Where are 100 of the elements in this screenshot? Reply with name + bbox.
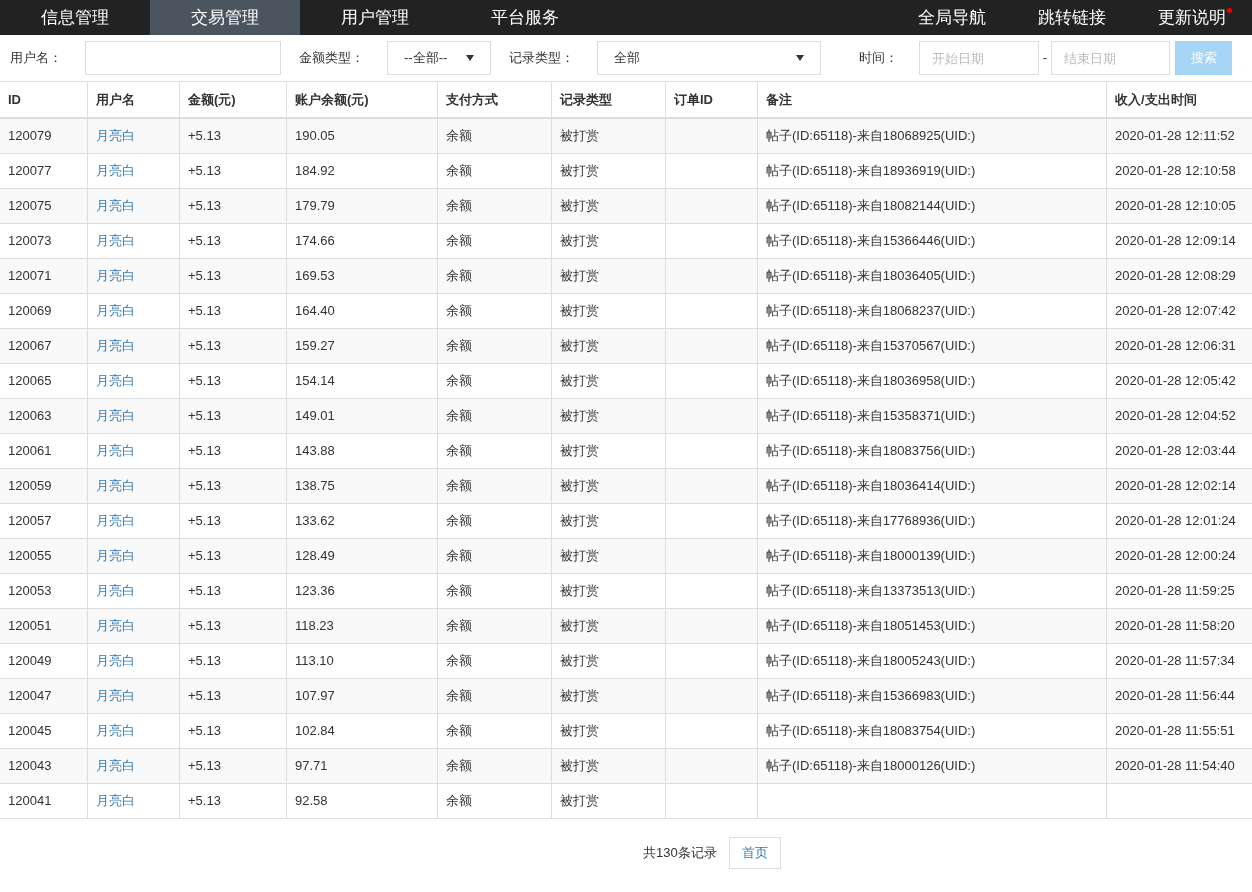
payment-cell-text: 余额 <box>446 617 472 636</box>
username-link[interactable]: 月亮白 <box>96 301 135 321</box>
payment-cell-text: 余额 <box>446 757 472 776</box>
id-cell-text: 120045 <box>8 722 52 741</box>
balance-cell-text: 102.84 <box>295 722 335 741</box>
id-cell-text: 120047 <box>8 687 52 706</box>
id-cell-text: 120063 <box>8 407 52 426</box>
username-link[interactable]: 月亮白 <box>96 511 135 531</box>
remark-cell-text: 帖子(ID:65118)-来自18036405(UID:) <box>766 267 976 286</box>
record-type-cell-text: 被打赏 <box>560 372 599 391</box>
payment-cell-text: 余额 <box>446 687 472 706</box>
payment-cell-text: 余额 <box>446 407 472 426</box>
amount-cell-text: +5.13 <box>188 477 221 496</box>
id-cell-text: 120067 <box>8 337 52 356</box>
record-type-cell-text: 被打赏 <box>560 757 599 776</box>
remark-cell-text: 帖子(ID:65118)-来自18005243(UID:) <box>766 652 976 671</box>
username-link[interactable]: 月亮白 <box>96 546 135 566</box>
payment-cell-text: 余额 <box>446 197 472 216</box>
record-type-cell-text: 被打赏 <box>560 232 599 251</box>
column-header: ID <box>8 90 21 109</box>
balance-cell-text: 123.36 <box>295 582 335 601</box>
username-link[interactable]: 月亮白 <box>96 406 135 426</box>
id-cell-text: 120077 <box>8 162 52 181</box>
balance-cell-text: 159.27 <box>295 337 335 356</box>
amount-cell-text: +5.13 <box>188 757 221 776</box>
remark-cell-text: 帖子(ID:65118)-来自18036958(UID:) <box>766 372 976 391</box>
nav-tab[interactable]: 信息管理 <box>0 0 150 35</box>
id-cell-text: 120079 <box>8 127 52 146</box>
column-header: 账户余额(元) <box>295 90 369 109</box>
username-link[interactable]: 月亮白 <box>96 161 135 181</box>
remark-cell-text: 帖子(ID:65118)-来自18036414(UID:) <box>766 477 976 496</box>
time-cell-text: 2020-01-28 12:10:58 <box>1115 162 1236 181</box>
record-type-cell-text: 被打赏 <box>560 792 599 811</box>
username-link[interactable]: 月亮白 <box>96 266 135 286</box>
field-label: 用户名： <box>10 49 63 68</box>
username-link[interactable]: 月亮白 <box>96 581 135 601</box>
date-separator: - <box>1041 49 1049 68</box>
amount-cell-text: +5.13 <box>188 302 221 321</box>
field-label: 金额类型： <box>299 49 365 68</box>
nav-tab[interactable]: 交易管理 <box>150 0 300 35</box>
time-cell-text: 2020-01-28 12:11:52 <box>1115 127 1235 146</box>
time-cell-text: 2020-01-28 12:03:44 <box>1115 442 1236 461</box>
amount-type-select[interactable]: --全部-- <box>387 41 491 75</box>
id-cell-text: 120059 <box>8 477 52 496</box>
username-link[interactable]: 月亮白 <box>96 616 135 636</box>
username-link[interactable]: 月亮白 <box>96 371 135 391</box>
username-link[interactable]: 月亮白 <box>96 756 135 776</box>
remark-cell-text: 帖子(ID:65118)-来自13373513(UID:) <box>766 582 976 601</box>
username-link[interactable]: 月亮白 <box>96 441 135 461</box>
username-link[interactable]: 月亮白 <box>96 231 135 251</box>
id-cell-text: 120043 <box>8 757 52 776</box>
payment-cell-text: 余额 <box>446 792 472 811</box>
balance-cell-text: 138.75 <box>295 477 335 496</box>
start-date-field[interactable]: 开始日期 <box>919 41 1039 75</box>
record-type-select[interactable]: 全部 <box>597 41 821 75</box>
balance-cell-text: 179.79 <box>295 197 335 216</box>
amount-cell-text: +5.13 <box>188 127 221 146</box>
record-count: 共130条记录 <box>643 844 717 863</box>
id-cell-text: 120057 <box>8 512 52 531</box>
nav-tab[interactable]: 用户管理 <box>300 0 450 35</box>
username-field[interactable] <box>85 41 281 75</box>
time-cell-text: 2020-01-28 12:06:31 <box>1115 337 1236 356</box>
record-type-cell-text: 被打赏 <box>560 302 599 321</box>
username-link[interactable]: 月亮白 <box>96 791 135 811</box>
record-type-cell-text: 被打赏 <box>560 267 599 286</box>
amount-cell-text: +5.13 <box>188 162 221 181</box>
column-header: 用户名 <box>96 90 135 109</box>
username-link[interactable]: 月亮白 <box>96 721 135 741</box>
page-link[interactable]: 首页 <box>728 837 781 869</box>
amount-cell-text: +5.13 <box>188 582 221 601</box>
nav-tab[interactable]: 平台服务 <box>450 0 600 35</box>
remark-cell-text: 帖子(ID:65118)-来自18000139(UID:) <box>766 547 976 566</box>
username-link[interactable]: 月亮白 <box>96 651 135 671</box>
payment-cell-text: 余额 <box>446 477 472 496</box>
username-link[interactable]: 月亮白 <box>96 686 135 706</box>
id-cell-text: 120061 <box>8 442 52 461</box>
username-link[interactable]: 月亮白 <box>96 476 135 496</box>
balance-cell-text: 113.10 <box>295 652 334 671</box>
time-cell-text: 2020-01-28 11:57:34 <box>1115 652 1235 671</box>
end-date-field[interactable]: 结束日期 <box>1051 41 1170 75</box>
balance-cell-text: 164.40 <box>295 302 335 321</box>
balance-cell-text: 118.23 <box>295 617 334 636</box>
username-link[interactable]: 月亮白 <box>96 336 135 356</box>
nav-link[interactable]: 更新说明 <box>1132 0 1252 35</box>
time-cell-text: 2020-01-28 12:01:24 <box>1115 512 1236 531</box>
amount-cell-text: +5.13 <box>188 407 221 426</box>
nav-link[interactable]: 跳转链接 <box>1012 0 1132 35</box>
payment-cell-text: 余额 <box>446 512 472 531</box>
record-type-cell-text: 被打赏 <box>560 127 599 146</box>
username-link[interactable]: 月亮白 <box>96 196 135 216</box>
amount-cell-text: +5.13 <box>188 442 221 461</box>
balance-cell-text: 169.53 <box>295 267 335 286</box>
remark-cell-text: 帖子(ID:65118)-来自15366446(UID:) <box>766 232 976 251</box>
caret-icon <box>796 55 804 61</box>
username-link[interactable]: 月亮白 <box>96 126 135 146</box>
balance-cell-text: 133.62 <box>295 512 335 531</box>
nav-link[interactable]: 全局导航 <box>892 0 1012 35</box>
record-type-cell-text: 被打赏 <box>560 337 599 356</box>
record-type-cell-text: 被打赏 <box>560 407 599 426</box>
id-cell-text: 120065 <box>8 372 52 391</box>
